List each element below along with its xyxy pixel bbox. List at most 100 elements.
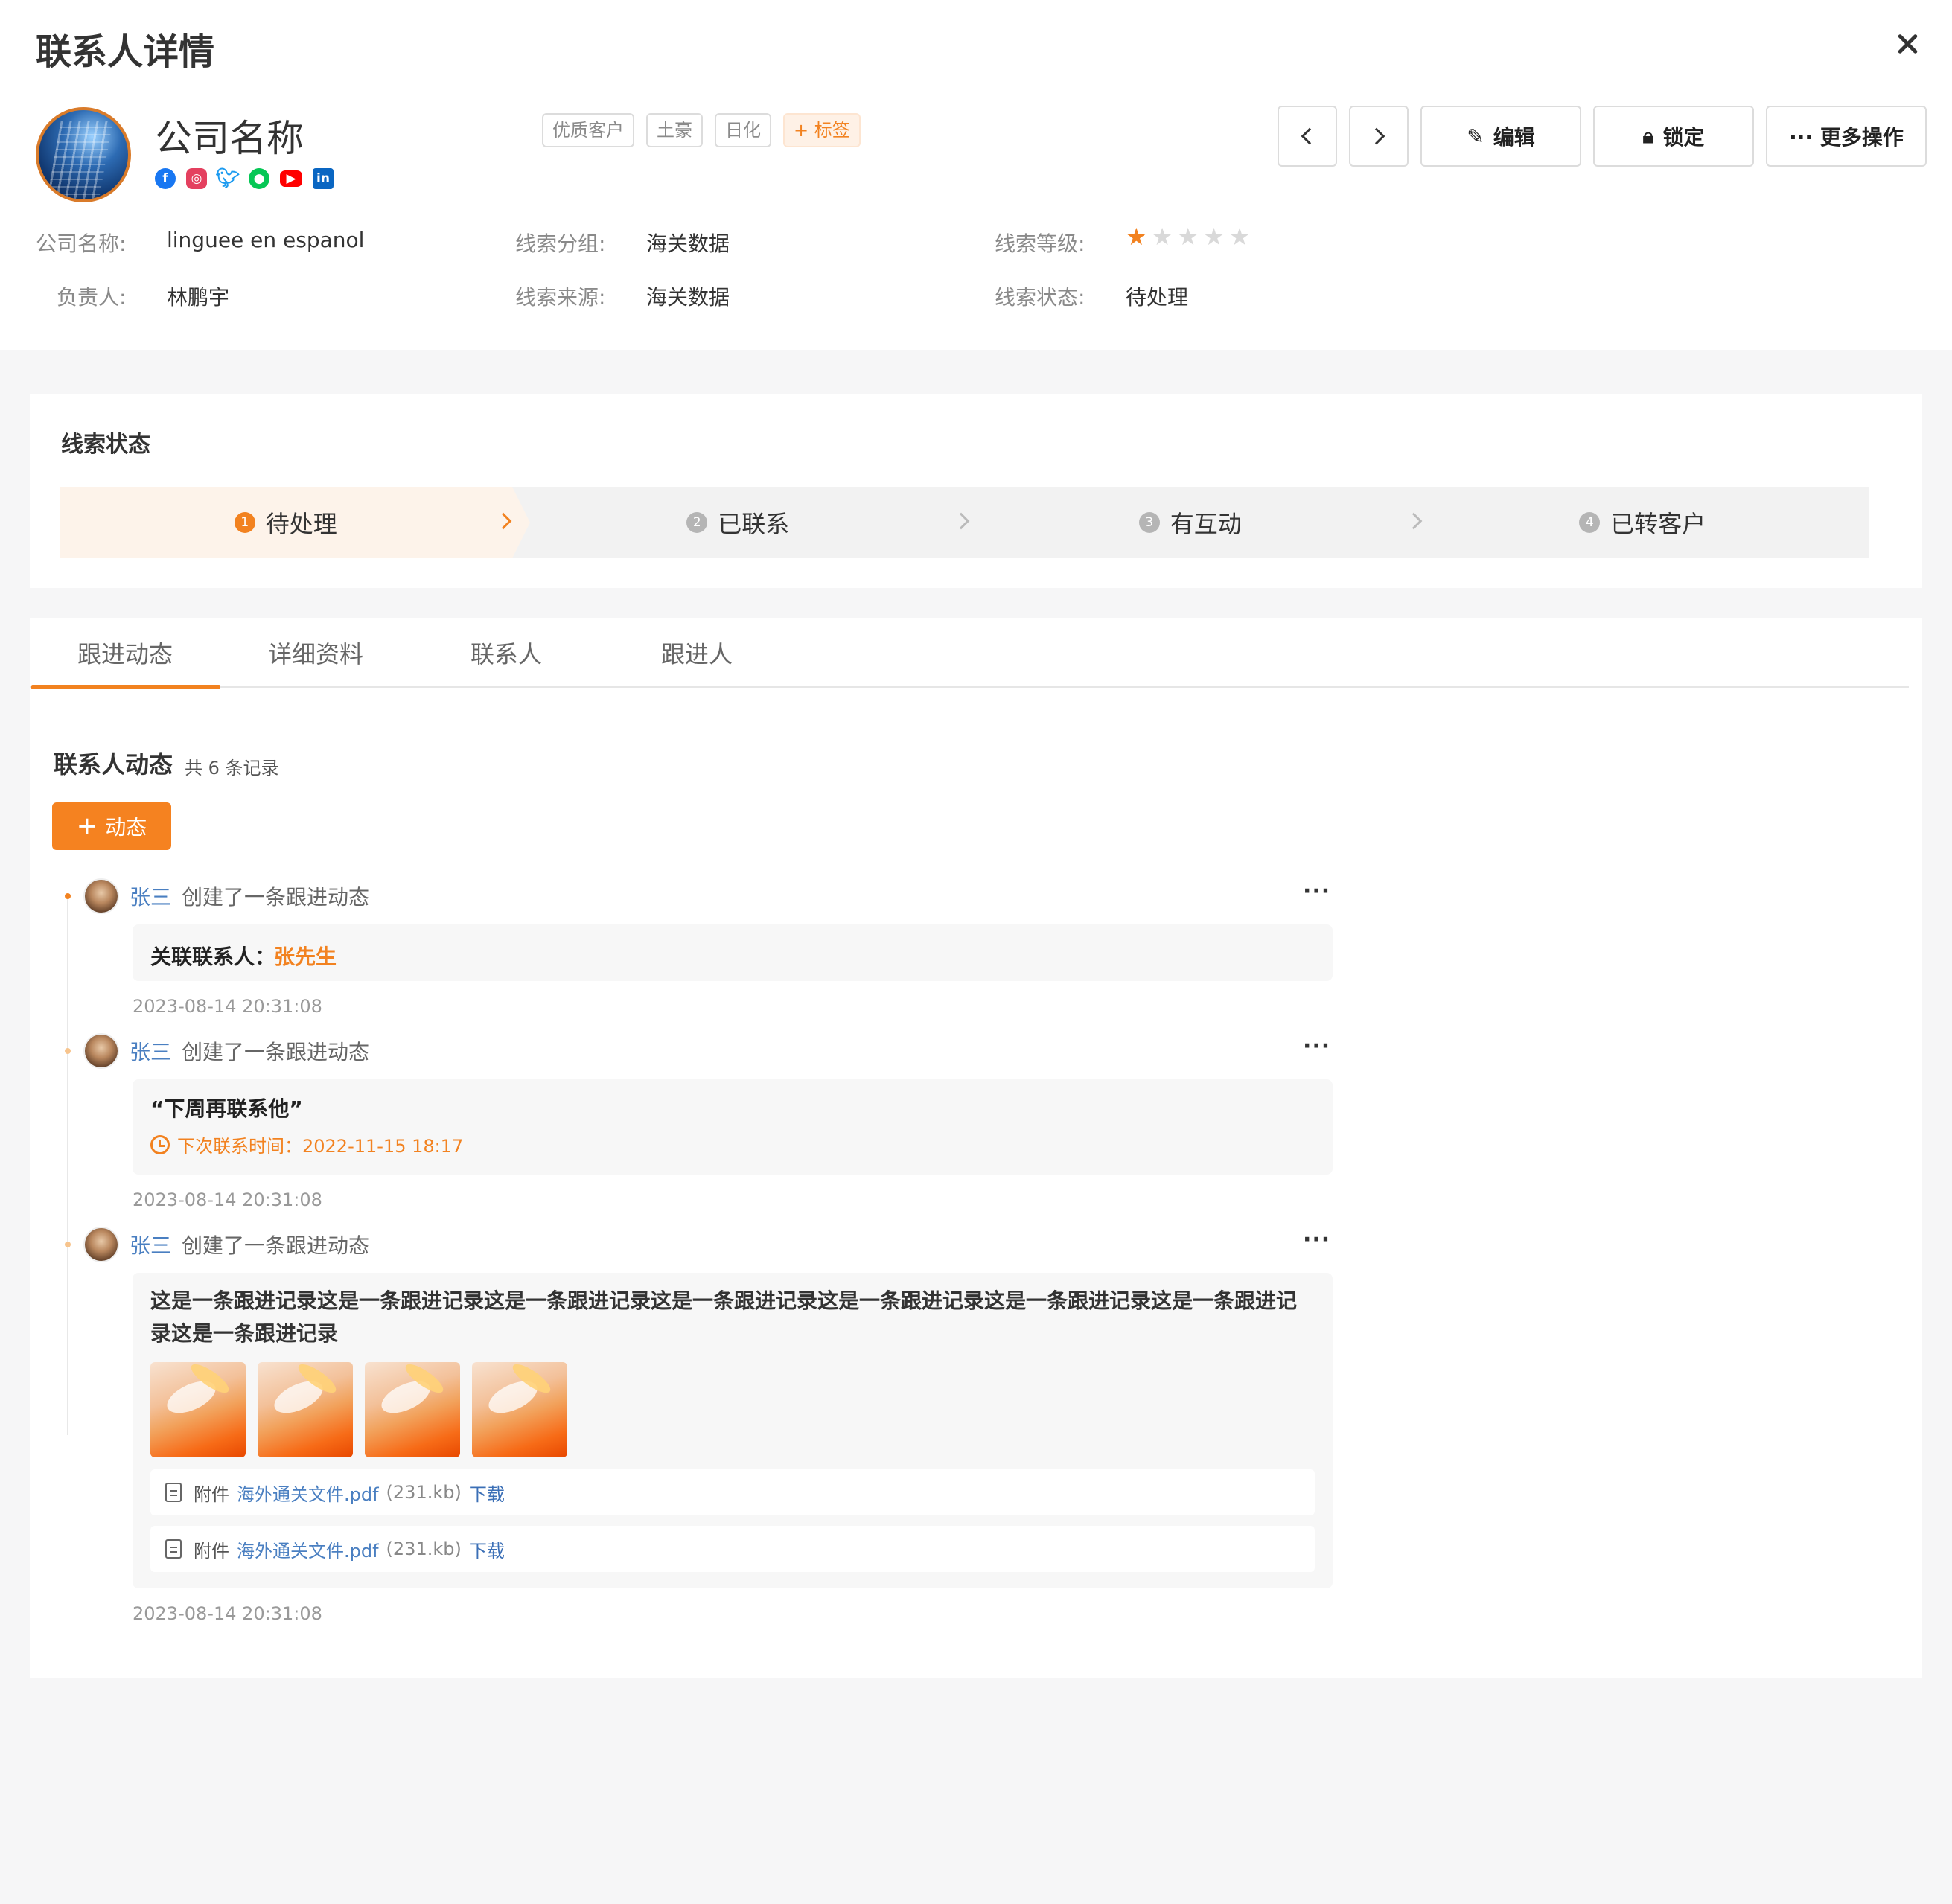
tag-list: 优质客户 土豪 日化 + 标签 xyxy=(542,113,861,147)
entry-header: 张三 创建了一条跟进动态 xyxy=(83,1033,369,1069)
step-label: 待处理 xyxy=(265,510,337,538)
owner-value: 林鹏宇 xyxy=(167,285,230,310)
step-label: 有互动 xyxy=(1170,510,1242,538)
level-label: 线索等级: xyxy=(995,231,1085,256)
related-contact-link[interactable]: 张先生 xyxy=(274,941,337,971)
owner-label: 负责人: xyxy=(57,285,127,310)
star-icon: ★ xyxy=(1151,223,1173,251)
status-value: 待处理 xyxy=(1126,285,1189,310)
timeline-dot xyxy=(65,1242,71,1247)
tab-details[interactable]: 详细资料 xyxy=(220,618,411,688)
user-name[interactable]: 张三 xyxy=(130,1230,171,1259)
status-label: 线索状态: xyxy=(995,285,1085,310)
tab-bar: 跟进动态 详细资料 联系人 跟进人 xyxy=(30,618,1909,689)
add-activity-label: 动态 xyxy=(105,815,147,840)
related-contact-label: 关联联系人： xyxy=(150,945,276,969)
download-link[interactable]: 下载 xyxy=(469,1536,505,1562)
step-number: 4 xyxy=(1579,512,1601,533)
header-panel: 联系人详情 公司名称 f ◎ 🐦︎ ● ▶ in 优质客户 土豪 日化 + 标签… xyxy=(0,0,1952,350)
attachment-size: (231.kb) xyxy=(386,1482,462,1503)
image-thumbnail[interactable] xyxy=(258,1362,353,1457)
previous-button[interactable] xyxy=(1278,106,1337,167)
group-label: 线索分组: xyxy=(515,231,606,256)
lock-button[interactable]: 🔒︎ 锁定 xyxy=(1593,106,1754,167)
step-contacted[interactable]: 2 已联系 xyxy=(512,487,970,558)
next-contact-text: 下次联系时间：2022-11-15 18:17 xyxy=(177,1136,464,1157)
entry-content: 关联联系人： 张先生 xyxy=(133,924,1333,981)
attachment-name[interactable]: 海外通关文件.pdf xyxy=(237,1536,379,1562)
step-pending[interactable]: 1 待处理 xyxy=(60,487,529,558)
chevron-right-icon xyxy=(494,512,511,530)
tab-followers[interactable]: 跟进人 xyxy=(602,618,792,688)
entry-header: 张三 创建了一条跟进动态 xyxy=(83,878,369,914)
image-thumbnail[interactable] xyxy=(472,1362,567,1457)
more-icon[interactable]: ··· xyxy=(1303,1033,1330,1059)
star-icon: ★ xyxy=(1126,223,1147,251)
avatar xyxy=(83,1033,119,1069)
entry-time: 2023-08-14 20:31:08 xyxy=(133,1603,322,1624)
company-name: 公司名称 xyxy=(155,117,304,160)
company-name-value: linguee en espanol xyxy=(167,228,365,252)
edit-button[interactable]: ✎ 编辑 xyxy=(1420,106,1581,167)
avatar xyxy=(83,878,119,914)
clock-icon xyxy=(150,1134,170,1154)
user-name[interactable]: 张三 xyxy=(130,1036,171,1066)
twitter-icon[interactable]: 🐦︎ xyxy=(216,167,240,190)
image-thumbnail[interactable] xyxy=(365,1362,460,1457)
star-icon: ★ xyxy=(1228,223,1251,251)
attachment-name[interactable]: 海外通关文件.pdf xyxy=(237,1480,379,1506)
step-number: 2 xyxy=(686,512,708,533)
level-stars: ★ ★ ★ ★ ★ xyxy=(1126,223,1250,250)
step-label: 已联系 xyxy=(718,510,790,538)
chevron-left-icon xyxy=(1301,127,1318,145)
lead-status-card: 线索状态 1 待处理 2 已联系 3 有互动 4 已转客户 xyxy=(30,394,1922,588)
step-converted[interactable]: 4 已转客户 xyxy=(1417,487,1869,558)
image-thumbnail[interactable] xyxy=(150,1362,246,1457)
next-button[interactable] xyxy=(1349,106,1409,167)
attachment-label: 附件 xyxy=(194,1483,229,1505)
line-icon[interactable]: ● xyxy=(249,168,269,189)
entry-action: 创建了一条跟进动态 xyxy=(182,885,370,910)
entry-note: “下周再联系他” xyxy=(150,1096,303,1121)
company-avatar xyxy=(36,107,131,202)
entry-action: 创建了一条跟进动态 xyxy=(182,1233,370,1258)
source-label: 线索来源: xyxy=(515,285,606,310)
close-icon[interactable] xyxy=(1892,30,1922,60)
more-actions-button[interactable]: ··· 更多操作 xyxy=(1766,106,1927,167)
star-icon: ★ xyxy=(1177,223,1199,251)
pencil-icon: ✎ xyxy=(1467,124,1484,149)
plus-icon: + xyxy=(76,811,98,841)
next-contact: 下次联系时间：2022-11-15 18:17 xyxy=(150,1131,463,1157)
social-icons: f ◎ 🐦︎ ● ▶ in xyxy=(155,167,334,190)
entry-content: 这是一条跟进记录这是一条跟进记录这是一条跟进记录这是一条跟进记录这是一条跟进记录… xyxy=(133,1273,1333,1588)
linkedin-icon[interactable]: in xyxy=(313,168,334,189)
attachment-size: (231.kb) xyxy=(386,1539,462,1559)
image-gallery xyxy=(150,1362,567,1457)
feed-title: 联系人动态 xyxy=(54,750,173,779)
more-icon[interactable]: ··· xyxy=(1303,1227,1330,1253)
file-icon xyxy=(165,1539,182,1559)
entry-time: 2023-08-14 20:31:08 xyxy=(133,1189,322,1210)
add-tag-button[interactable]: + 标签 xyxy=(783,113,861,147)
instagram-icon[interactable]: ◎ xyxy=(186,168,207,189)
feed-card: 跟进动态 详细资料 联系人 跟进人 联系人动态 共 6 条记录 + 动态 张三 … xyxy=(30,618,1922,1678)
tab-contacts[interactable]: 联系人 xyxy=(411,618,602,688)
step-number: 3 xyxy=(1138,512,1160,533)
entry-header: 张三 创建了一条跟进动态 xyxy=(83,1227,369,1262)
contact-detail-page: 联系人详情 公司名称 f ◎ 🐦︎ ● ▶ in 优质客户 土豪 日化 + 标签… xyxy=(0,0,1952,1904)
more-icon[interactable]: ··· xyxy=(1303,878,1330,904)
download-link[interactable]: 下载 xyxy=(469,1480,505,1506)
step-interacted[interactable]: 3 有互动 xyxy=(964,487,1422,558)
tab-follow-up[interactable]: 跟进动态 xyxy=(30,618,220,689)
youtube-icon[interactable]: ▶ xyxy=(280,170,302,187)
star-icon: ★ xyxy=(1203,223,1225,251)
edit-label: 编辑 xyxy=(1493,125,1535,150)
tag: 日化 xyxy=(715,113,771,147)
step-label: 已转客户 xyxy=(1610,510,1706,538)
chevron-right-icon xyxy=(1368,127,1385,145)
lead-status-title: 线索状态 xyxy=(61,432,150,458)
facebook-icon[interactable]: f xyxy=(155,168,176,189)
user-name[interactable]: 张三 xyxy=(130,881,171,911)
add-activity-button[interactable]: + 动态 xyxy=(52,802,171,850)
file-icon xyxy=(165,1483,182,1502)
